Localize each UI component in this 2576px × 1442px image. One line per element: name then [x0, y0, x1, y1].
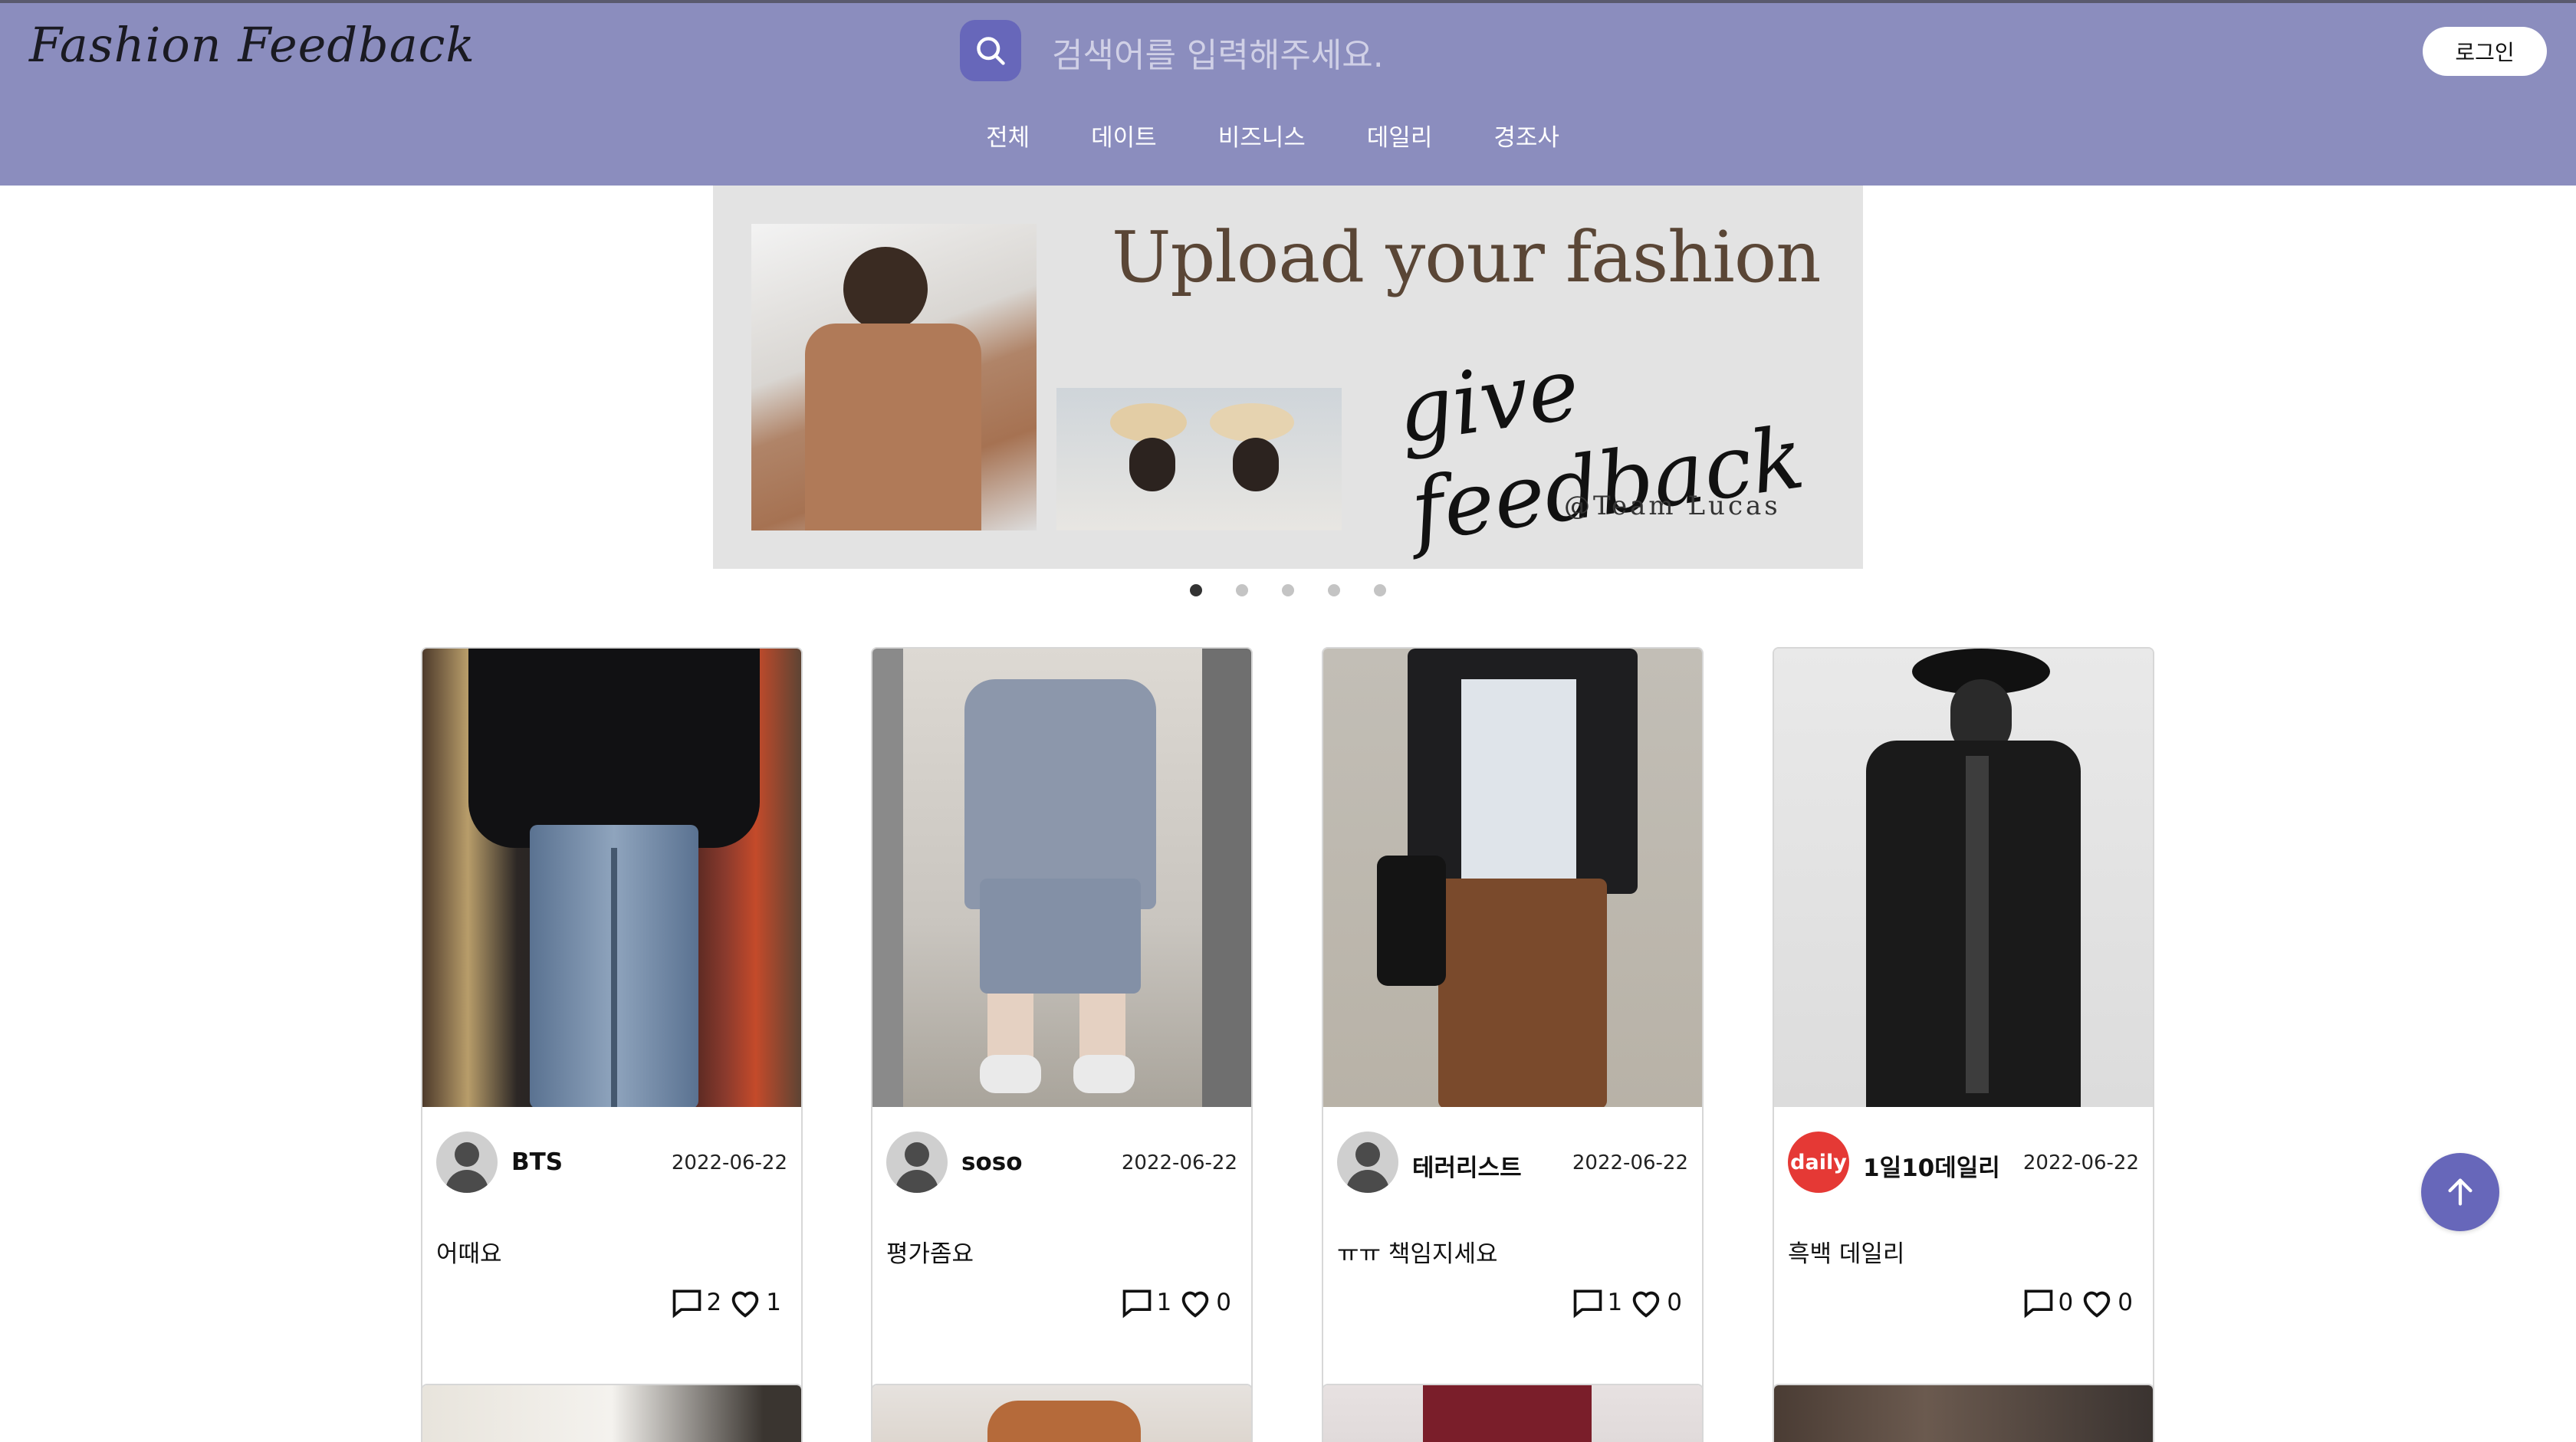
nav-item-ceremony[interactable]: 경조사 [1493, 118, 1559, 153]
post-stats: 1 0 [1571, 1285, 1688, 1320]
post-date: 2022-06-22 [2022, 1151, 2139, 1174]
scroll-top-button[interactable] [2421, 1153, 2499, 1231]
comment-count: 0 [2058, 1289, 2074, 1316]
post-photo [422, 1385, 801, 1442]
heart-icon[interactable] [1178, 1285, 1213, 1320]
post-card[interactable] [1773, 1384, 2154, 1442]
heart-icon[interactable] [2079, 1285, 2114, 1320]
post-username[interactable]: 테러리스트 [1412, 1148, 1522, 1183]
comment-count: 1 [1607, 1289, 1623, 1316]
banner-script-text: give feedback [1391, 339, 1810, 562]
post-card[interactable] [871, 1384, 1253, 1442]
post-username[interactable]: BTS [511, 1148, 563, 1176]
search-button[interactable] [960, 20, 1021, 81]
user-avatar-daily: daily [1788, 1132, 1849, 1193]
user-avatar [436, 1132, 498, 1193]
post-card[interactable] [421, 1384, 803, 1442]
comment-icon [1122, 1289, 1151, 1319]
post-username[interactable]: soso [961, 1148, 1023, 1176]
comment-count: 1 [1156, 1289, 1172, 1316]
search-input[interactable] [1052, 25, 1742, 86]
carousel-dot[interactable] [1190, 584, 1202, 596]
post-photo [1774, 649, 2153, 1107]
post-date: 2022-06-22 [1572, 1151, 1688, 1174]
comment-icon [2024, 1289, 2052, 1319]
post-meta: soso 2022-06-22 [886, 1132, 1237, 1193]
post-card[interactable]: 테러리스트 2022-06-22 ㅠㅠ 책임지세요 1 0 [1322, 647, 1704, 1412]
carousel-dot[interactable] [1282, 584, 1294, 596]
post-photo [1323, 1385, 1702, 1442]
carousel-dots [0, 584, 2576, 596]
heart-icon[interactable] [728, 1285, 763, 1320]
like-count: 0 [2118, 1289, 2133, 1316]
post-card[interactable]: soso 2022-06-22 평가좀요 1 0 [871, 647, 1253, 1412]
post-date: 2022-06-22 [1121, 1151, 1237, 1174]
like-count: 0 [1216, 1289, 1231, 1316]
nav-item-daily[interactable]: 데일리 [1367, 118, 1433, 153]
post-photo [1774, 1385, 2153, 1442]
login-button[interactable]: 로그인 [2423, 27, 2547, 76]
post-card[interactable] [1322, 1384, 1704, 1442]
banner-photo-trenchcoat [751, 224, 1037, 530]
post-meta: BTS 2022-06-22 [436, 1132, 787, 1193]
carousel-dot[interactable] [1236, 584, 1248, 596]
post-date: 2022-06-22 [671, 1151, 787, 1174]
post-username[interactable]: 1일10데일리 [1863, 1148, 2000, 1183]
post-photo [422, 649, 801, 1107]
post-title: 어때요 [436, 1240, 502, 1268]
post-stats: 0 0 [2022, 1285, 2139, 1320]
category-nav: 전체 데이트 비즈니스 데일리 경조사 [0, 118, 2576, 153]
nav-item-business[interactable]: 비즈니스 [1218, 118, 1306, 153]
post-title: 흑백 데일리 [1788, 1240, 1905, 1268]
post-card[interactable]: daily 1일10데일리 2022-06-22 흑백 데일리 0 0 [1773, 647, 2154, 1412]
carousel-dot[interactable] [1328, 584, 1340, 596]
comment-count: 2 [706, 1289, 722, 1316]
heart-icon[interactable] [1628, 1285, 1664, 1320]
comment-icon [1573, 1289, 1602, 1319]
banner-title: Upload your fashion [1112, 216, 1821, 298]
post-meta: 테러리스트 2022-06-22 [1337, 1132, 1688, 1193]
like-count: 0 [1667, 1289, 1682, 1316]
like-count: 1 [766, 1289, 781, 1316]
site-logo[interactable]: Fashion Feedback [29, 17, 475, 73]
post-photo [872, 649, 1251, 1107]
user-avatar [1337, 1132, 1398, 1193]
banner-signature: @Team Lucas [1564, 491, 1781, 521]
post-title: ㅠㅠ 책임지세요 [1337, 1240, 1498, 1268]
carousel-dot[interactable] [1374, 584, 1386, 596]
post-title: 평가좀요 [886, 1240, 974, 1268]
banner-carousel[interactable]: Upload your fashion give feedback @Team … [713, 186, 1863, 569]
user-avatar [886, 1132, 948, 1193]
post-stats: 1 0 [1120, 1285, 1237, 1320]
post-stats: 2 1 [670, 1285, 787, 1320]
post-meta: daily 1일10데일리 2022-06-22 [1788, 1132, 2139, 1193]
header: Fashion Feedback 로그인 전체 데이트 비즈니스 데일리 경조사 [0, 0, 2576, 186]
post-card[interactable]: BTS 2022-06-22 어때요 2 1 [421, 647, 803, 1412]
post-photo [872, 1385, 1251, 1442]
nav-item-date[interactable]: 데이트 [1091, 118, 1157, 153]
arrow-up-icon [2448, 1178, 2472, 1206]
post-photo [1323, 649, 1702, 1107]
nav-item-all[interactable]: 전체 [986, 118, 1030, 153]
banner-photo-hats [1056, 388, 1342, 530]
comment-icon [672, 1289, 701, 1319]
search-icon [977, 37, 1005, 65]
